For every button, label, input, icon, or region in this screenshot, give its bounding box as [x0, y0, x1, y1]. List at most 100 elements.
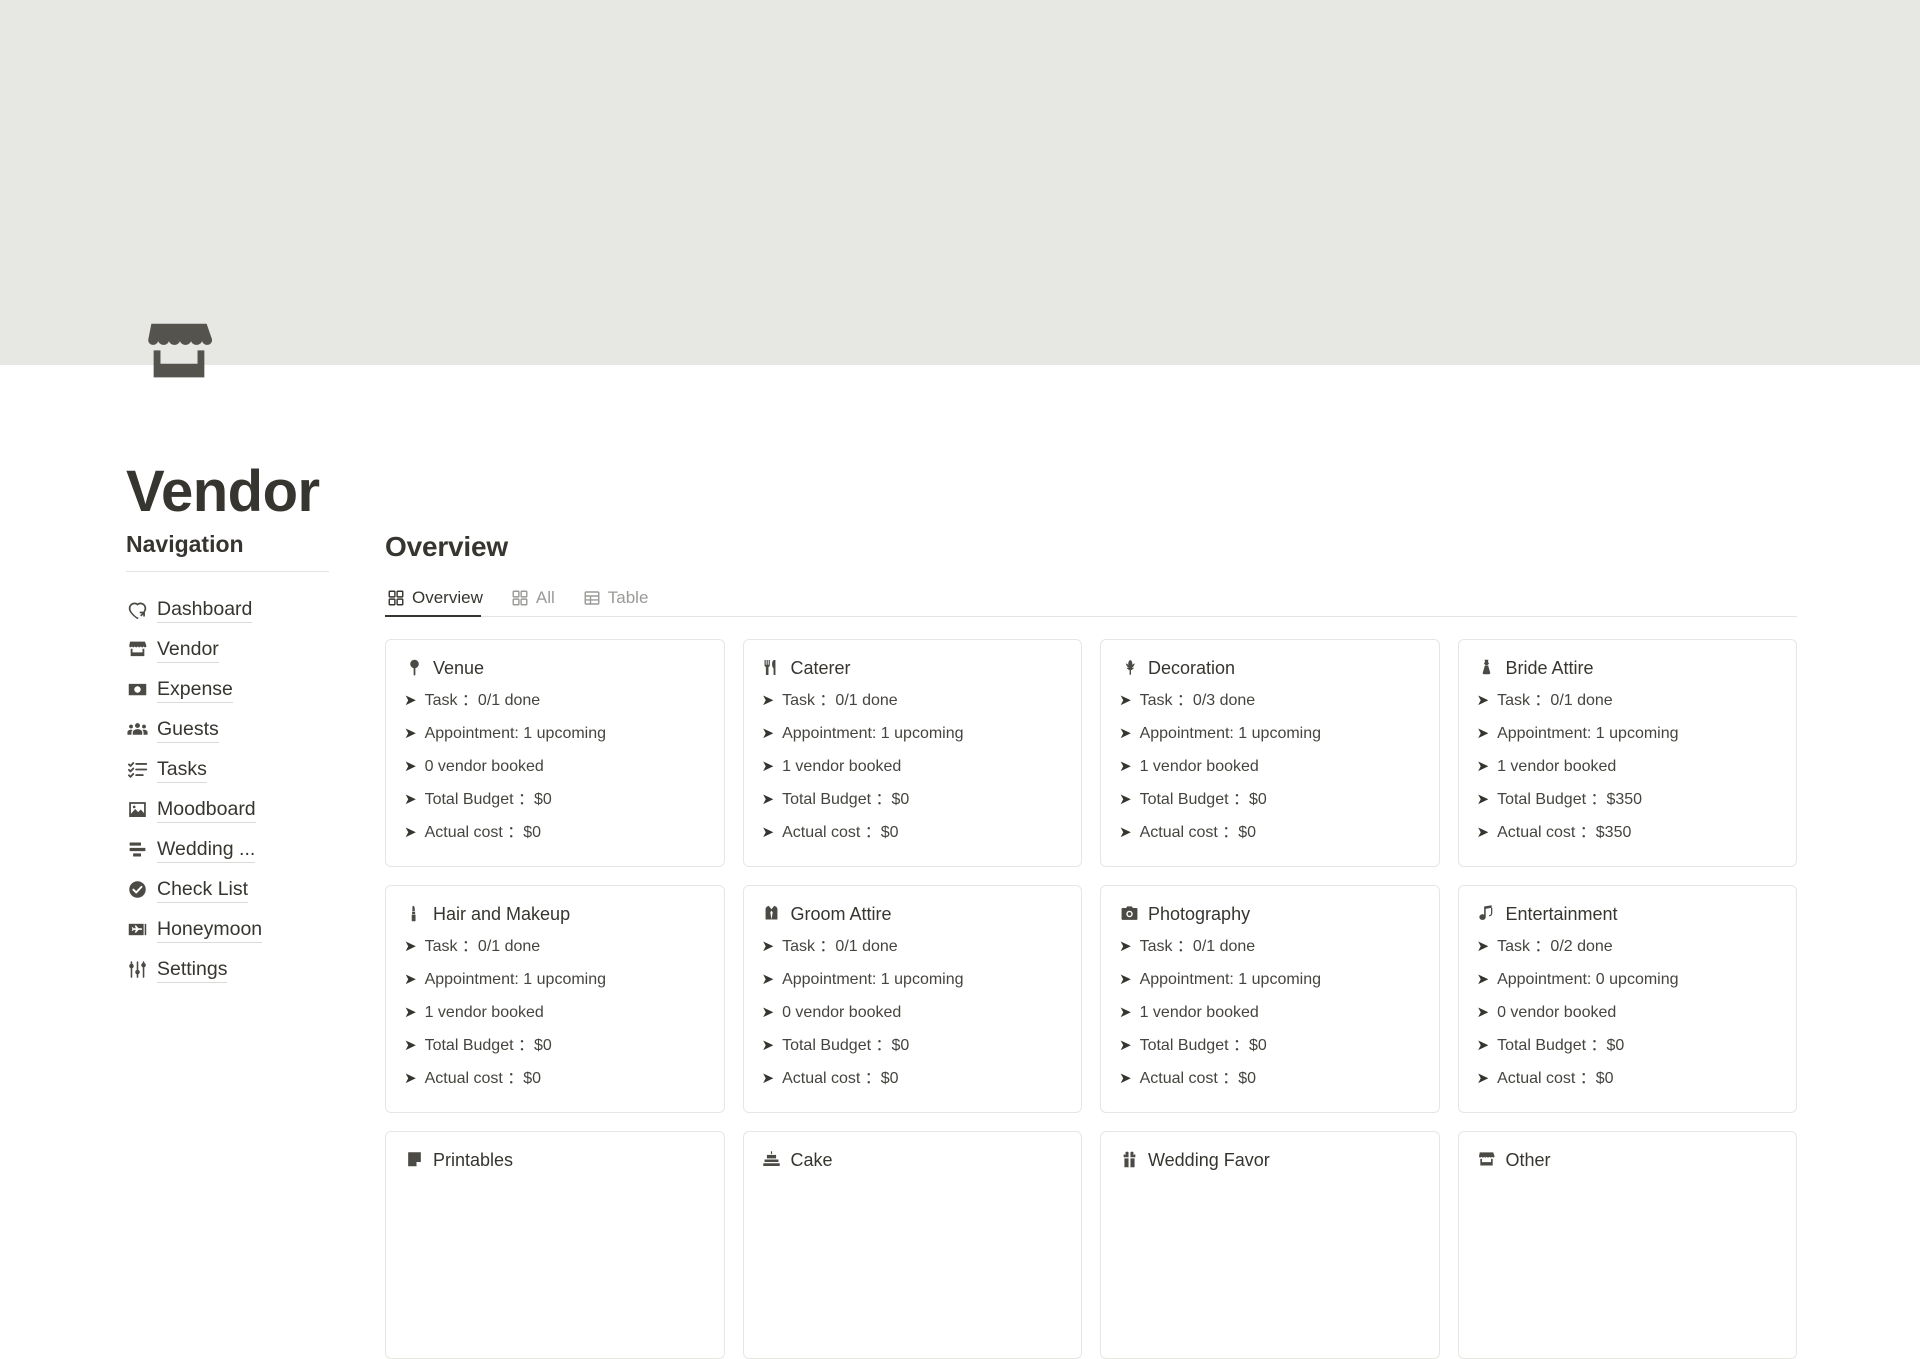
arrow-bullet-icon: ➤: [1476, 1003, 1490, 1021]
table-row[interactable]: Wedding Favor: [1100, 1130, 1440, 1359]
table-row[interactable]: Bride Attire ➤ Task ：0/1 done ➤ Appointmen…: [1457, 638, 1797, 867]
gallery-icon: [511, 589, 529, 607]
card-stat-text: Total Budget ：$0: [1139, 1036, 1267, 1054]
table-row[interactable]: Venue ➤ Task ：0/1 done ➤ Appointment: 1 up…: [385, 638, 725, 867]
sidebar-item-honeymoon[interactable]: Honeymoon: [126, 910, 334, 950]
card-stat: ➤ Actual cost ：$0: [762, 823, 1064, 843]
card-stat-text: Appointment: 1 upcoming: [782, 724, 964, 742]
card-stat: ➤ Appointment: 1 upcoming: [1477, 724, 1779, 744]
card-stat: ➤ 1 vendor booked: [762, 757, 1064, 777]
heart-arrow-icon: [126, 599, 148, 621]
arrow-bullet-icon: ➤: [404, 1003, 417, 1021]
table-row[interactable]: Groom Attire ➤ Task ：0/1 done ➤ Appointmen…: [742, 884, 1082, 1113]
gallery-icon: [387, 589, 405, 607]
pin-icon: [404, 658, 424, 678]
arrow-bullet-icon: ➤: [761, 757, 775, 775]
arrow-bullet-icon: ➤: [404, 790, 417, 808]
arrow-bullet-icon: ➤: [1119, 937, 1132, 955]
card-title: Other: [1505, 1149, 1551, 1170]
arrow-bullet-icon: ➤: [761, 691, 775, 709]
sidebar-item-label: Expense: [157, 677, 233, 703]
vendor-card-grid: Venue ➤ Task ：0/1 done ➤ Appointment: 1 up…: [385, 638, 1797, 1359]
sidebar-item-label: Dashboard: [157, 597, 253, 623]
card-stat: ➤ 1 vendor booked: [404, 1003, 706, 1023]
sidebar-item-guests[interactable]: Guests: [126, 710, 334, 750]
card-header: Printables: [404, 1149, 706, 1171]
sidebar-heading: Navigation: [126, 531, 244, 557]
card-stat: ➤ 0 vendor booked: [404, 757, 706, 777]
dress-icon: [1477, 658, 1497, 678]
sidebar-item-label: Guests: [157, 717, 219, 743]
table-row[interactable]: Printables: [385, 1130, 725, 1359]
card-stat-text: Total Budget ：$0: [782, 1036, 910, 1054]
tab-overview[interactable]: Overview: [385, 588, 495, 617]
card-stat-text: Appointment: 1 upcoming: [782, 970, 964, 988]
card-stat-text: Appointment: 1 upcoming: [1139, 970, 1322, 988]
arrow-bullet-icon: ➤: [404, 823, 417, 841]
card-title: Bride Attire: [1505, 657, 1594, 678]
card-stat: ➤ Task ：0/2 done: [1477, 937, 1779, 957]
card-stat-text: Appointment: 1 upcoming: [1139, 724, 1322, 742]
card-stat-text: 0 vendor booked: [424, 757, 544, 775]
main-content: Overview Overview All Table Venue ➤ Task…: [385, 530, 1797, 1359]
sidebar-item-label: Moodboard: [157, 797, 256, 823]
tab-table[interactable]: Table: [581, 588, 661, 616]
arrow-bullet-icon: ➤: [1476, 790, 1490, 808]
arrow-bullet-icon: ➤: [761, 790, 775, 808]
card-stat: ➤ Appointment: 0 upcoming: [1477, 970, 1779, 990]
storefront-icon: [140, 314, 218, 392]
card-stat-text: Total Budget ：$350: [1497, 790, 1643, 808]
arrow-bullet-icon: ➤: [404, 937, 417, 955]
table-row[interactable]: Other: [1457, 1130, 1797, 1359]
sidebar-item-expense[interactable]: Expense: [126, 670, 334, 710]
sidebar-item-vendor[interactable]: Vendor: [126, 630, 334, 670]
arrow-bullet-icon: ➤: [1476, 691, 1490, 709]
card-stat: ➤ 0 vendor booked: [762, 1003, 1064, 1023]
arrow-bullet-icon: ➤: [404, 1036, 417, 1054]
sidebar-item-check-list[interactable]: Check List: [126, 870, 334, 910]
sidebar-item-label: Wedding ...: [157, 837, 256, 863]
table-row[interactable]: Decoration ➤ Task ：0/3 done ➤ Appointment:…: [1100, 638, 1440, 867]
arrow-bullet-icon: ➤: [1119, 691, 1132, 709]
card-title: Hair and Makeup: [433, 903, 571, 924]
card-stat-text: Actual cost ：$0: [782, 823, 899, 841]
arrow-bullet-icon: ➤: [761, 1003, 775, 1021]
card-title: Venue: [433, 657, 485, 678]
card-stat: ➤ Appointment: 1 upcoming: [404, 724, 706, 744]
nav-list: Dashboard Vendor Expense Guests Tasks Mo…: [126, 590, 334, 990]
card-stat-text: 0 vendor booked: [1497, 1003, 1617, 1021]
table-row[interactable]: Caterer ➤ Task ：0/1 done ➤ Appointment: 1 …: [742, 638, 1082, 867]
arrow-bullet-icon: ➤: [404, 757, 417, 775]
sidebar-item-tasks[interactable]: Tasks: [126, 750, 334, 790]
card-stats: ➤ Task ：0/1 done ➤ Appointment: 1 upcoming…: [762, 937, 1064, 1089]
table-row[interactable]: Hair and Makeup ➤ Task ：0/1 done ➤ Appoint…: [385, 884, 725, 1113]
sidebar-item-settings[interactable]: Settings: [126, 950, 334, 990]
arrow-bullet-icon: ➤: [404, 970, 417, 988]
table-row[interactable]: Cake: [742, 1130, 1082, 1359]
card-stat-text: 1 vendor booked: [782, 757, 902, 775]
sliders-icon: [126, 959, 148, 981]
card-stat: ➤ Appointment: 1 upcoming: [404, 970, 706, 990]
card-stat: ➤ Task ：0/3 done: [1119, 691, 1421, 711]
card-stat-text: Appointment: 1 upcoming: [1497, 724, 1679, 742]
card-header: Venue: [404, 657, 706, 679]
lipstick-icon: [404, 904, 424, 924]
card-stat: ➤ Task ：0/1 done: [762, 937, 1064, 957]
sidebar-item-label: Check List: [157, 877, 249, 903]
table-row[interactable]: Entertainment ➤ Task ：0/2 done ➤ Appointme…: [1457, 884, 1797, 1113]
tab-all[interactable]: All: [509, 588, 567, 616]
arrow-bullet-icon: ➤: [1476, 1069, 1490, 1087]
card-stat: ➤ Task ：0/1 done: [404, 937, 706, 957]
sidebar-item-moodboard[interactable]: Moodboard: [126, 790, 334, 830]
card-stats: ➤ Task ：0/3 done ➤ Appointment: 1 upcoming…: [1119, 691, 1421, 843]
card-stat-text: Total Budget ：$0: [782, 790, 910, 808]
arrow-bullet-icon: ➤: [761, 1069, 775, 1087]
card-stat-text: Total Budget ：$0: [1139, 790, 1267, 808]
sidebar-item-dashboard[interactable]: Dashboard: [126, 590, 334, 630]
checklist-icon: [126, 759, 148, 781]
sidebar-item-wedding[interactable]: Wedding ...: [126, 830, 334, 870]
table-row[interactable]: Photography ➤ Task ：0/1 done ➤ Appointment…: [1100, 884, 1440, 1113]
card-stat: ➤ Actual cost ：$0: [1119, 823, 1421, 843]
card-stats: ➤ Task ：0/1 done ➤ Appointment: 1 upcoming…: [404, 937, 706, 1089]
table-icon: [583, 589, 601, 607]
